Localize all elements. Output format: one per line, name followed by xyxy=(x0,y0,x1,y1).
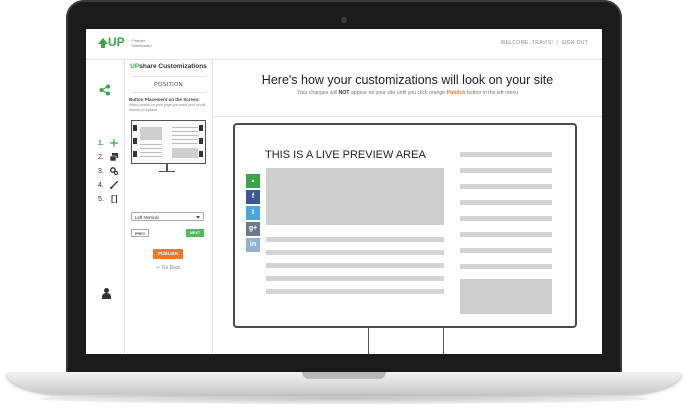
twitter-share-button[interactable]: t xyxy=(246,206,260,220)
page-title: Here's how your customizations will look… xyxy=(261,73,554,87)
upshare-share-button[interactable]: ▲ xyxy=(246,174,260,188)
divider: | xyxy=(556,40,559,46)
preview-label: THIS IS A LIVE PREVIEW AREA xyxy=(265,149,426,161)
googleplus-icon: g+ xyxy=(248,225,258,232)
facebook-share-button[interactable]: f xyxy=(246,190,260,204)
page-subtitle: Your changes will NOT appear on your sit… xyxy=(296,90,519,96)
preview-text-line xyxy=(460,216,552,221)
laptop-shadow xyxy=(40,394,648,404)
signout-link[interactable]: SIGN OUT xyxy=(561,40,588,46)
step-gears[interactable]: 3. xyxy=(98,167,119,176)
customization-panel: UPshare Customizations POSITION Button P… xyxy=(125,60,213,354)
step-number: 2. xyxy=(98,153,104,161)
placement-top-right[interactable] xyxy=(199,125,203,131)
twitter-icon: t xyxy=(251,209,255,216)
select-value: Left Vertical xyxy=(135,215,159,220)
screen: UP Partner Dashboard WELCOME, TRAVIS! | … xyxy=(86,29,602,354)
step-number: 3. xyxy=(98,167,104,175)
divider xyxy=(131,92,206,93)
layers-icon xyxy=(109,153,118,162)
back-arrow-icon: ⇦ xyxy=(156,265,161,271)
logo-arrow-stem xyxy=(101,43,105,48)
preview-text-line xyxy=(460,232,552,237)
section-title: POSITION xyxy=(154,82,183,88)
preview-text-line xyxy=(460,168,552,173)
step-layers[interactable]: 2. xyxy=(98,153,118,162)
move-icon xyxy=(109,139,118,147)
logo-text[interactable]: UP xyxy=(108,35,125,49)
go-back-link[interactable]: ⇦ Go Back xyxy=(156,265,181,271)
next-button[interactable]: NEXT xyxy=(186,229,204,237)
monitor-stand xyxy=(368,328,369,354)
preview-monitor: THIS IS A LIVE PREVIEW AREA ▲ f t g+ in xyxy=(233,123,577,328)
step-style[interactable]: 4. xyxy=(98,180,119,189)
laptop-frame: UP Partner Dashboard WELCOME, TRAVIS! | … xyxy=(0,0,688,411)
step-number: 4. xyxy=(98,181,104,189)
preview-image-placeholder xyxy=(266,168,444,225)
brush-icon xyxy=(109,180,119,189)
upshare-icon: ▲ xyxy=(250,178,256,184)
thumbnail-stand xyxy=(166,163,168,171)
preview-text-line xyxy=(266,263,444,268)
gears-icon xyxy=(110,167,119,176)
preview-text-line xyxy=(266,276,444,281)
step-number: 1. xyxy=(98,139,104,147)
mobile-icon xyxy=(111,194,117,204)
placement-middle-left[interactable] xyxy=(133,138,137,144)
placement-select[interactable]: Left Vertical xyxy=(131,212,204,221)
placement-description: Select where on your page you want your … xyxy=(129,103,206,112)
step-mobile[interactable]: 5. xyxy=(98,194,118,204)
divider xyxy=(213,116,602,117)
logo-subtitle: Partner Dashboard xyxy=(132,38,152,48)
top-bar: UP Partner Dashboard WELCOME, TRAVIS! | … xyxy=(86,29,602,60)
icon-rail: 1. 2. 3. 4. 5. xyxy=(86,60,125,354)
divider xyxy=(131,76,206,77)
placement-top-left[interactable] xyxy=(133,125,137,131)
preview-text-line xyxy=(460,248,552,253)
linkedin-icon: in xyxy=(249,241,257,248)
monitor-stand xyxy=(443,328,444,354)
prev-button[interactable]: PREV xyxy=(131,229,149,237)
preview-text-line xyxy=(460,152,552,157)
step-position[interactable]: 1. xyxy=(98,139,118,147)
facebook-icon: f xyxy=(251,193,255,200)
googleplus-share-button[interactable]: g+ xyxy=(246,222,260,236)
step-number: 5. xyxy=(98,195,104,203)
placement-preview-thumbnail[interactable] xyxy=(131,120,206,164)
share-icon[interactable] xyxy=(99,84,111,96)
preview-text-line xyxy=(266,250,444,255)
publish-button[interactable]: PUBLISH xyxy=(153,249,183,259)
preview-text-line xyxy=(460,264,552,269)
preview-text-line xyxy=(266,289,444,294)
preview-text-line xyxy=(460,184,552,189)
welcome-bar: WELCOME, TRAVIS! | SIGN OUT xyxy=(501,40,588,46)
camera-dot xyxy=(341,17,347,23)
placement-middle-right[interactable] xyxy=(199,138,203,144)
placement-label: Button Placement on the Screen: xyxy=(129,97,200,102)
preview-text-line xyxy=(460,200,552,205)
placement-bottom-right[interactable] xyxy=(199,151,203,157)
panel-title: UPshare Customizations xyxy=(130,63,207,70)
welcome-text: WELCOME, TRAVIS! xyxy=(500,40,554,46)
user-icon[interactable] xyxy=(102,288,111,299)
main-preview: Here's how your customizations will look… xyxy=(213,60,602,354)
thumbnail-foot xyxy=(159,171,175,172)
preview-image-placeholder xyxy=(460,279,552,314)
preview-text-line xyxy=(266,237,444,242)
laptop-notch xyxy=(302,372,386,379)
go-back-label: Go Back xyxy=(161,265,181,271)
linkedin-share-button[interactable]: in xyxy=(246,238,260,252)
chevron-down-icon xyxy=(196,216,200,219)
placement-bottom-left[interactable] xyxy=(133,151,137,157)
